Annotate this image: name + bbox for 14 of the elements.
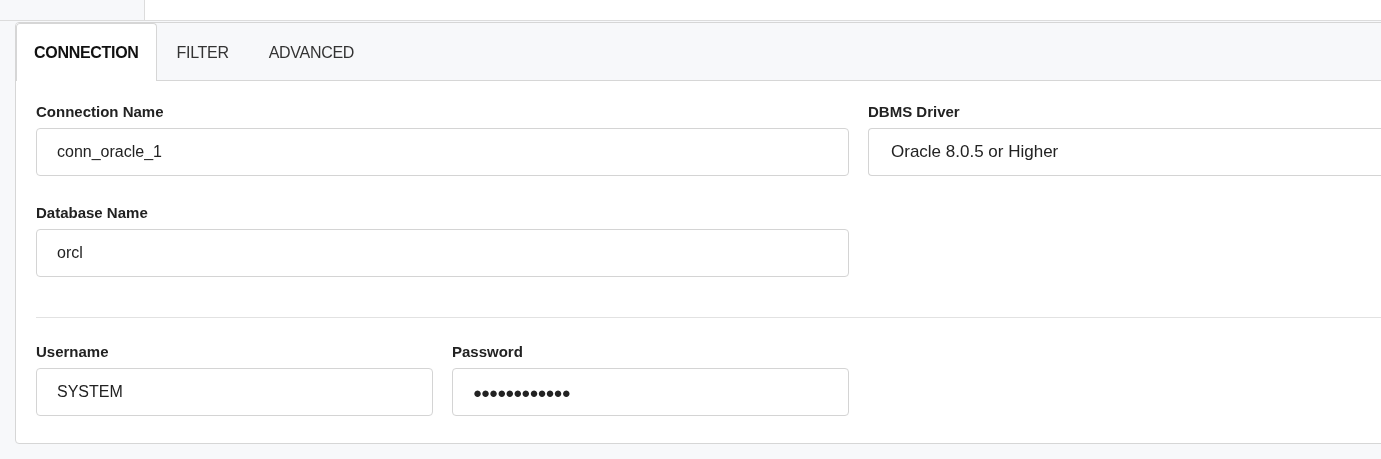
input-field[interactable]: SYSTEM: [36, 368, 433, 416]
field-label: DBMS Driver: [868, 103, 961, 120]
field-label: Username: [36, 343, 110, 360]
document-tab[interactable]: [0, 0, 145, 20]
input-field[interactable]: conn_oracle_1: [36, 128, 849, 176]
field-label: Password: [452, 343, 524, 360]
tab[interactable]: FILTER: [156, 23, 249, 81]
tab[interactable]: ADVANCED: [248, 23, 375, 81]
field-label: Database Name: [36, 204, 149, 221]
field-label: Connection Name: [36, 103, 165, 120]
dbms-driver-dropdown[interactable]: Oracle 8.0.5 or Higher: [868, 128, 1381, 176]
input-field[interactable]: orcl: [36, 229, 849, 277]
tab[interactable]: CONNECTION: [16, 23, 157, 81]
password-field[interactable]: ●●●●●●●●●●●●: [452, 368, 849, 416]
